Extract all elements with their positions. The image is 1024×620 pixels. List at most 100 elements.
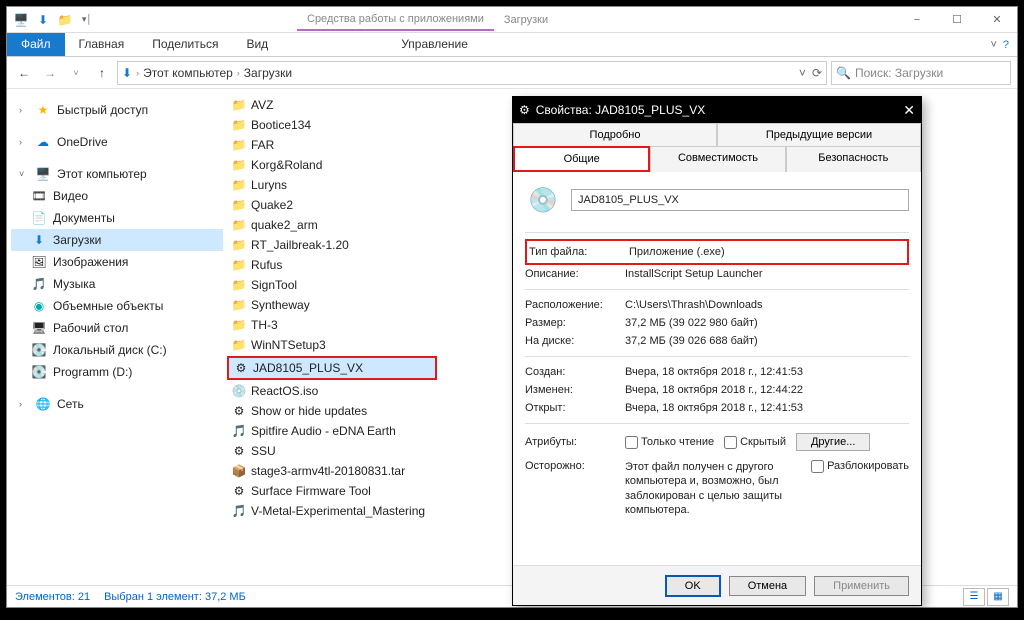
- view-details-button[interactable]: ☰: [963, 588, 985, 606]
- apply-button[interactable]: Применить: [814, 576, 909, 596]
- breadcrumb-root[interactable]: Этот компьютер: [143, 66, 233, 80]
- label-size-on-disk: На диске:: [525, 335, 615, 347]
- sidebar-item-desktop[interactable]: 🖥Рабочий стол: [11, 317, 223, 339]
- dialog-titlebar[interactable]: ⚙ Свойства: JAD8105_PLUS_VX ✕: [513, 97, 921, 123]
- sidebar-item-music[interactable]: 🎵Музыка: [11, 273, 223, 295]
- properties-dialog: ⚙ Свойства: JAD8105_PLUS_VX ✕ Подробно П…: [512, 96, 922, 606]
- qat-dropdown-icon[interactable]: ▾│: [77, 10, 97, 30]
- file-icon: 📦: [231, 463, 247, 479]
- value-created: Вчера, 18 октября 2018 г., 12:41:53: [625, 366, 909, 378]
- search-icon: 🔍: [836, 66, 851, 80]
- address-bar-row: ← → ˅ ↑ ⬇ › Этот компьютер › Загрузки ˅ …: [7, 57, 1017, 89]
- folder-icon: 📁: [231, 157, 247, 173]
- sidebar-this-pc[interactable]: ˅🖥️Этот компьютер: [11, 163, 223, 185]
- help-icon[interactable]: ?: [1003, 39, 1009, 51]
- sidebar-onedrive[interactable]: ›☁OneDrive: [11, 131, 223, 153]
- folder-icon: 📁: [231, 197, 247, 213]
- folder-icon: 📁: [231, 257, 247, 273]
- value-description: InstallScript Setup Launcher: [625, 268, 909, 280]
- file-name: JAD8105_PLUS_VX: [253, 361, 363, 375]
- file-name: Korg&Roland: [251, 158, 322, 172]
- sidebar-item-videos[interactable]: 🎞Видео: [11, 185, 223, 207]
- file-icon: 🎵: [231, 503, 247, 519]
- search-box[interactable]: 🔍 Поиск: Загрузки: [831, 61, 1011, 85]
- back-button[interactable]: ←: [13, 62, 35, 84]
- tab-security[interactable]: Безопасность: [786, 146, 921, 172]
- forward-button[interactable]: →: [39, 62, 61, 84]
- recent-dropdown[interactable]: ˅: [65, 62, 87, 84]
- status-count: Элементов: 21: [15, 591, 90, 603]
- maximize-button[interactable]: ☐: [937, 7, 977, 33]
- label-security: Осторожно:: [525, 460, 615, 517]
- file-tab[interactable]: Файл: [7, 33, 65, 56]
- sidebar-item-downloads[interactable]: ⬇Загрузки: [11, 229, 223, 251]
- sidebar-item-drive-c[interactable]: 💽Локальный диск (C:): [11, 339, 223, 361]
- tab-compatibility[interactable]: Совместимость: [650, 146, 785, 172]
- sidebar-item-label: Рабочий стол: [53, 321, 128, 335]
- file-name: TH-3: [251, 318, 278, 332]
- refresh-icon[interactable]: ⟳: [812, 66, 822, 80]
- qat-icon[interactable]: ⬇: [33, 10, 53, 30]
- ribbon-tab-share[interactable]: Поделиться: [138, 33, 232, 56]
- tab-general[interactable]: Общие: [513, 146, 650, 172]
- sidebar-item-drive-d[interactable]: 💽Programm (D:): [11, 361, 223, 383]
- label-file-type: Тип файла:: [529, 246, 619, 258]
- chevron-right-icon[interactable]: ›: [136, 68, 139, 78]
- close-button[interactable]: ✕: [977, 7, 1017, 33]
- sidebar-quick-access[interactable]: ›★Быстрый доступ: [11, 99, 223, 121]
- value-file-type: Приложение (.exe): [629, 246, 905, 258]
- file-name: ReactOS.iso: [251, 384, 318, 398]
- label-size: Размер:: [525, 317, 615, 329]
- address-dropdown-icon[interactable]: ˅: [799, 66, 806, 80]
- file-name: V-Metal-Experimental_Mastering: [251, 504, 425, 518]
- ribbon-tab-home[interactable]: Главная: [65, 33, 139, 56]
- checkbox-readonly[interactable]: Только чтение: [625, 436, 714, 449]
- file-icon: ⚙: [231, 483, 247, 499]
- filename-field[interactable]: JAD8105_PLUS_VX: [571, 189, 909, 211]
- checkbox-hidden[interactable]: Скрытый: [724, 436, 786, 449]
- value-size: 37,2 МБ (39 022 980 байт): [625, 317, 909, 329]
- file-name: RT_Jailbreak-1.20: [251, 238, 349, 252]
- search-placeholder: Поиск: Загрузки: [855, 66, 943, 80]
- file-icon: 🎵: [231, 423, 247, 439]
- qat-icon[interactable]: 🖥️: [11, 10, 31, 30]
- folder-icon[interactable]: 📁: [55, 10, 75, 30]
- sidebar-item-label: Локальный диск (C:): [53, 343, 167, 357]
- button-other-attrs[interactable]: Другие...: [796, 433, 870, 451]
- app-icon: ⚙: [519, 103, 530, 117]
- folder-icon: 📁: [231, 117, 247, 133]
- ok-button[interactable]: OK: [665, 575, 721, 597]
- sidebar-item-documents[interactable]: 📄Документы: [11, 207, 223, 229]
- sidebar-item-label: OneDrive: [57, 135, 108, 149]
- chevron-right-icon[interactable]: ›: [237, 68, 240, 78]
- file-name: AVZ: [251, 98, 273, 112]
- tab-previous-versions[interactable]: Предыдущие версии: [717, 123, 921, 146]
- breadcrumb[interactable]: ⬇ › Этот компьютер › Загрузки ˅ ⟳: [117, 61, 827, 85]
- label-attributes: Атрибуты:: [525, 436, 615, 448]
- sidebar-item-label: Изображения: [53, 255, 128, 269]
- view-icons-button[interactable]: ▦: [987, 588, 1009, 606]
- sidebar-item-pictures[interactable]: 🖼Изображения: [11, 251, 223, 273]
- file-row-selected[interactable]: ⚙JAD8105_PLUS_VX: [229, 358, 435, 378]
- checkbox-unblock[interactable]: Разблокировать: [811, 460, 909, 517]
- folder-icon: 📁: [231, 217, 247, 233]
- folder-icon: 📁: [231, 317, 247, 333]
- dialog-footer: OK Отмена Применить: [513, 565, 921, 605]
- cancel-button[interactable]: Отмена: [729, 576, 806, 596]
- minimize-button[interactable]: −: [897, 7, 937, 33]
- file-name: quake2_arm: [251, 218, 318, 232]
- file-type-icon: 💿: [525, 182, 561, 218]
- up-button[interactable]: ↑: [91, 62, 113, 84]
- sidebar-item-label: Этот компьютер: [57, 167, 147, 181]
- breadcrumb-folder[interactable]: Загрузки: [244, 66, 292, 80]
- tab-details[interactable]: Подробно: [513, 123, 717, 146]
- sidebar-network[interactable]: ›🌐Сеть: [11, 393, 223, 415]
- value-location: C:\Users\Thrash\Downloads: [625, 299, 909, 311]
- ribbon-tab-manage[interactable]: Управление: [387, 33, 482, 56]
- ribbon-tab-view[interactable]: Вид: [232, 33, 282, 56]
- filename-value: JAD8105_PLUS_VX: [578, 194, 679, 206]
- sidebar-item-label: Загрузки: [53, 233, 101, 247]
- ribbon-expand-icon[interactable]: ˅: [990, 39, 996, 51]
- sidebar-item-3d[interactable]: ◉Объемные объекты: [11, 295, 223, 317]
- close-icon[interactable]: ✕: [903, 102, 915, 119]
